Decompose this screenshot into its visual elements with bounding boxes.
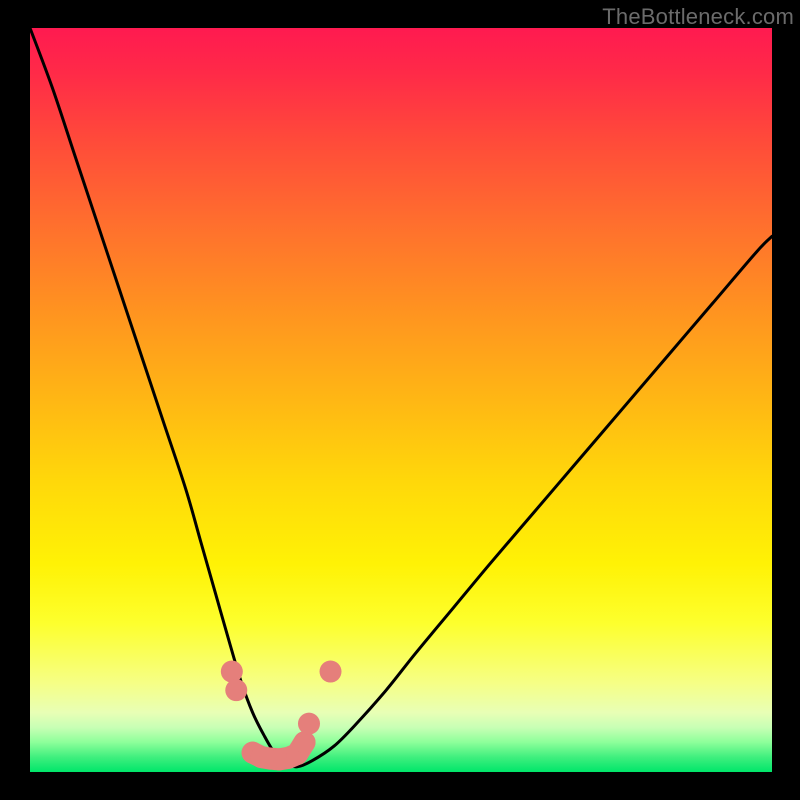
watermark-text: TheBottleneck.com <box>602 4 794 30</box>
bottleneck-curve <box>30 28 772 767</box>
marker-dot <box>298 713 320 735</box>
marker-dot <box>225 679 247 701</box>
marker-dot <box>294 731 316 753</box>
marker-dot <box>320 661 342 683</box>
curve-layer <box>30 28 772 772</box>
chart-frame: TheBottleneck.com <box>0 0 800 800</box>
plot-area <box>30 28 772 772</box>
marker-dot <box>221 661 243 683</box>
